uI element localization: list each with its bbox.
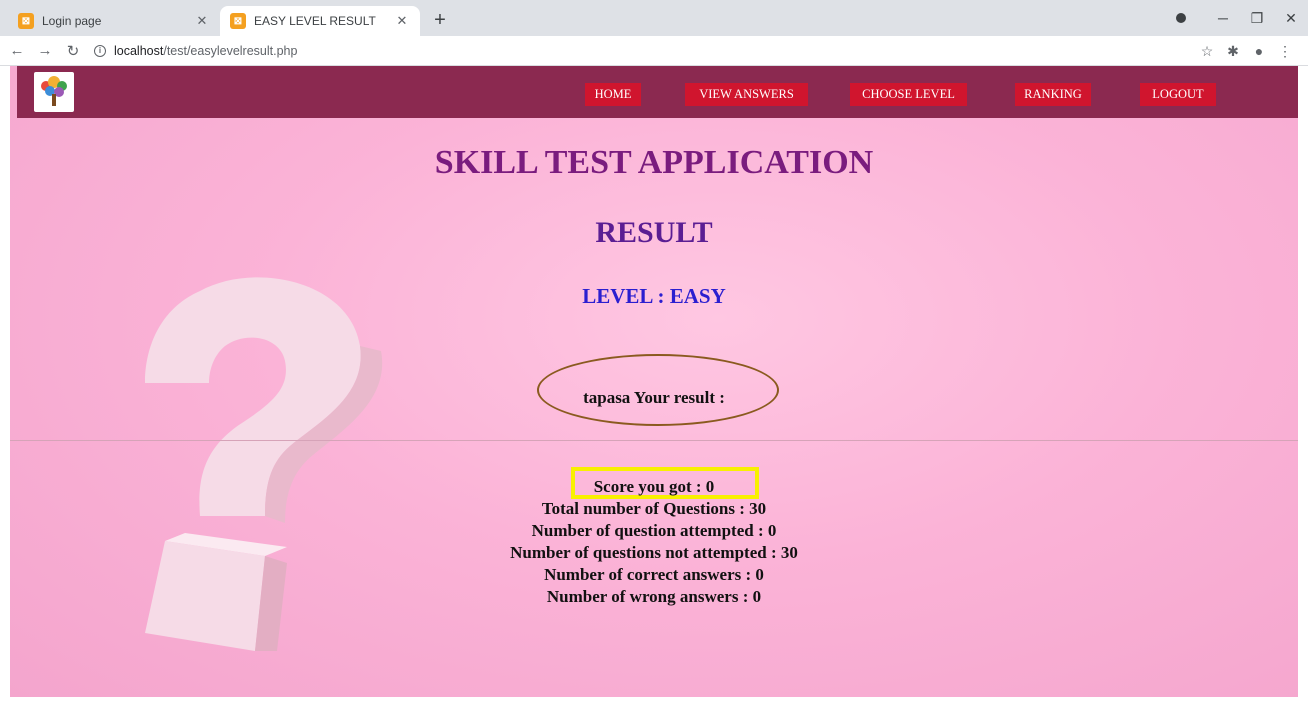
level-label: LEVEL : EASY: [582, 284, 726, 308]
nav-choose-level-button[interactable]: CHOOSE LEVEL: [850, 83, 967, 106]
toolbar-actions: ☆ ✱ ● ⋮: [1194, 36, 1298, 66]
close-icon[interactable]: ✕: [394, 13, 410, 29]
nav-home-button[interactable]: HOME: [585, 83, 641, 106]
stat-correct: Number of correct answers : 0: [544, 565, 764, 584]
greeting-text: tapasa Your result :: [583, 388, 725, 407]
bookmark-star-icon[interactable]: ☆: [1194, 43, 1220, 60]
divider: [10, 440, 1298, 441]
window-close-icon[interactable]: ✕: [1274, 10, 1308, 27]
extensions-icon[interactable]: ✱: [1220, 43, 1246, 60]
page: HOME VIEW ANSWERS CHOOSE LEVEL RANKING L…: [0, 66, 1308, 703]
app-title: SKILL TEST APPLICATION: [434, 144, 874, 181]
tab-login-page[interactable]: ⊠ Login page ✕: [8, 6, 220, 36]
stat-attempted: Number of question attempted : 0: [531, 521, 777, 540]
minimize-icon[interactable]: ─: [1206, 10, 1240, 26]
reload-icon[interactable]: ↻: [62, 42, 84, 60]
forward-icon[interactable]: →: [34, 42, 56, 59]
result-heading: RESULT: [595, 216, 713, 249]
stat-score: Score you got : 0: [593, 477, 715, 496]
info-icon[interactable]: i: [94, 44, 106, 57]
stat-wrong: Number of wrong answers : 0: [546, 587, 762, 606]
result-stats: Score you got : 0 Total number of Questi…: [10, 476, 1298, 608]
profile-icon[interactable]: ●: [1246, 43, 1272, 59]
tab-title: Login page: [42, 14, 102, 28]
tab-easy-level-result[interactable]: ⊠ EASY LEVEL RESULT ✕: [220, 6, 420, 36]
close-icon[interactable]: ✕: [194, 13, 210, 29]
window-controls: ─ ❐ ✕: [1176, 0, 1308, 36]
media-control-icon[interactable]: [1176, 13, 1186, 23]
menu-icon[interactable]: ⋮: [1272, 43, 1298, 60]
stat-not-attempted: Number of questions not attempted : 30: [510, 543, 798, 562]
stat-total-questions: Total number of Questions : 30: [541, 499, 767, 518]
back-icon[interactable]: ←: [6, 42, 28, 59]
tab-title: EASY LEVEL RESULT: [254, 14, 376, 28]
restore-icon[interactable]: ❐: [1240, 10, 1274, 27]
browser-tab-strip: ⊠ Login page ✕ ⊠ EASY LEVEL RESULT ✕ + ─…: [0, 0, 1308, 36]
nav-ranking-button[interactable]: RANKING: [1015, 83, 1091, 106]
new-tab-button[interactable]: +: [428, 9, 452, 33]
url-host: localhost: [114, 43, 164, 58]
nav-view-answers-button[interactable]: VIEW ANSWERS: [685, 83, 808, 106]
nav-logout-button[interactable]: LOGOUT: [1140, 83, 1216, 106]
xampp-icon: ⊠: [230, 13, 246, 29]
url-path: /test/easylevelresult.php: [163, 43, 298, 58]
xampp-icon: ⊠: [18, 13, 34, 29]
page-content: HOME VIEW ANSWERS CHOOSE LEVEL RANKING L…: [10, 66, 1298, 697]
address-bar[interactable]: i localhost/test/easylevelresult.php: [94, 44, 297, 58]
nav-links: HOME VIEW ANSWERS CHOOSE LEVEL RANKING L…: [17, 83, 1298, 107]
top-navbar: HOME VIEW ANSWERS CHOOSE LEVEL RANKING L…: [17, 66, 1298, 118]
browser-toolbar: ← → ↻ i localhost/test/easylevelresult.p…: [0, 36, 1308, 66]
